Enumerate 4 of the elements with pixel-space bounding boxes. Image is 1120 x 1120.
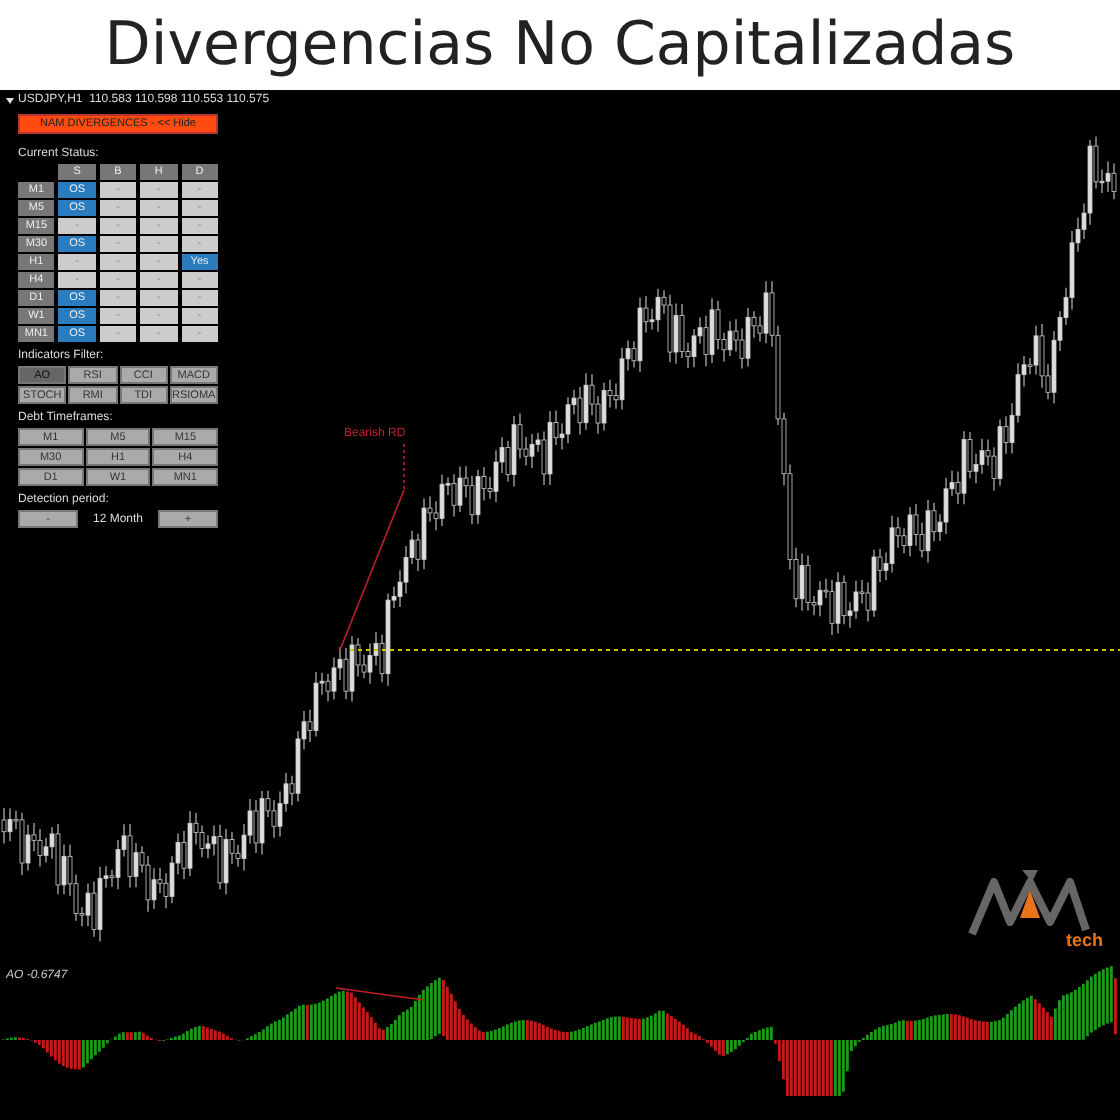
divergence-line <box>335 987 425 1001</box>
leader-line <box>403 443 405 491</box>
page-title: Divergencias No Capitalizadas <box>0 0 1120 90</box>
logo-text: tech <box>1066 930 1104 950</box>
